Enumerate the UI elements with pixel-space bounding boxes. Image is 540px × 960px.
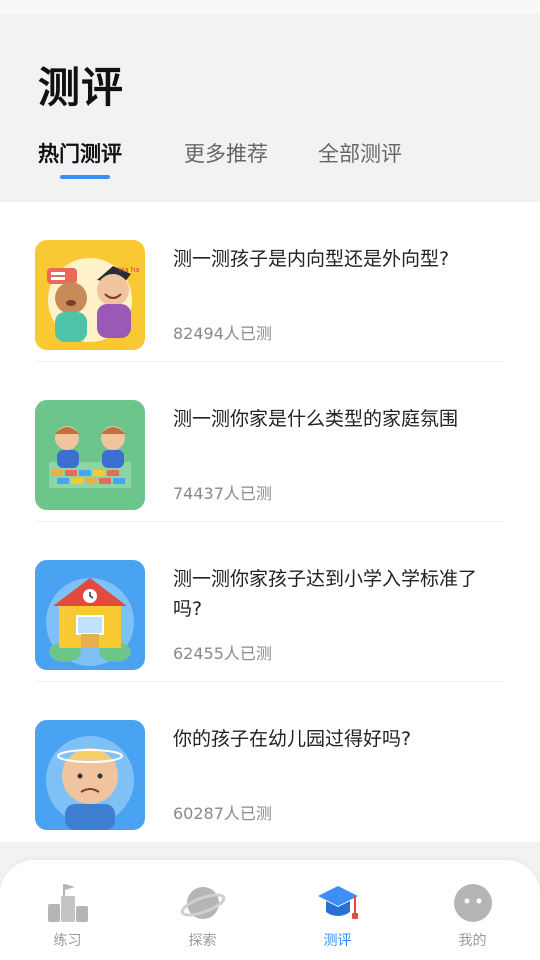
tab-indicator <box>60 175 110 179</box>
nav-label: 练习 <box>53 933 82 949</box>
nav-mine[interactable]: 我的 <box>405 860 540 960</box>
list-item[interactable]: 测一测你家孩子达到小学入学标准了吗? 62455人已测 <box>35 522 505 682</box>
status-bar <box>0 0 540 14</box>
assessment-list: Ha ha 测一测孩子是内向型还是外向型? 82494人已测 测一测你家是什么类… <box>0 202 540 842</box>
kindergarten-child-thumbnail <box>35 720 145 830</box>
assessment-title: 测一测孩子是内向型还是外向型? <box>173 248 450 270</box>
page-header: 测评 热门测评 更多推荐 全部测评 <box>0 14 540 202</box>
tab-hot[interactable]: 热门测评 <box>38 138 122 168</box>
participant-count: 62455人已测 <box>173 644 272 663</box>
participant-count: 82494人已测 <box>173 324 272 343</box>
nav-explore[interactable]: 探索 <box>135 860 270 960</box>
nav-label: 探索 <box>188 933 217 949</box>
svg-text:Ha ha: Ha ha <box>119 266 140 274</box>
school-building-thumbnail <box>35 560 145 670</box>
participant-count: 74437人已测 <box>173 484 272 503</box>
assessment-title: 你的孩子在幼儿园过得好吗? <box>173 728 412 750</box>
list-item[interactable]: 测一测你家是什么类型的家庭氛围 74437人已测 <box>35 362 505 522</box>
nav-label: 我的 <box>458 933 487 949</box>
introvert-extrovert-thumbnail: Ha ha <box>35 240 145 350</box>
page-title: 测评 <box>38 63 125 112</box>
nav-practice[interactable]: 练习 <box>0 860 135 960</box>
profile-face-icon <box>450 880 496 926</box>
practice-icon <box>45 880 91 926</box>
tab-more[interactable]: 更多推荐 <box>184 138 268 168</box>
participant-count: 60287人已测 <box>173 804 272 823</box>
nav-label: 测评 <box>323 933 352 949</box>
tab-all[interactable]: 全部测评 <box>318 138 402 168</box>
planet-icon <box>180 880 226 926</box>
assessment-title: 测一测你家孩子达到小学入学标准了吗? <box>173 568 478 620</box>
assessment-title: 测一测你家是什么类型的家庭氛围 <box>173 408 459 430</box>
family-atmosphere-thumbnail <box>35 400 145 510</box>
nav-assessment[interactable]: 测评 <box>270 860 405 960</box>
list-item[interactable]: 你的孩子在幼儿园过得好吗? 60287人已测 <box>35 682 505 842</box>
graduation-cap-icon <box>315 880 361 926</box>
list-item[interactable]: Ha ha 测一测孩子是内向型还是外向型? 82494人已测 <box>35 202 505 362</box>
bottom-navigation: 练习 探索 测评 我的 <box>0 860 540 960</box>
